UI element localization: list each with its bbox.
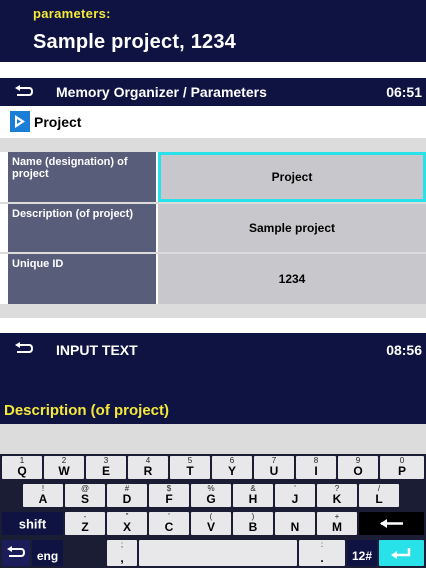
divider xyxy=(0,138,426,152)
key[interactable]: 4R xyxy=(128,456,168,479)
param-label: Description (of project) xyxy=(8,204,156,252)
key[interactable]: 2W xyxy=(44,456,84,479)
parameters-banner: parameters: Sample project, 1234 xyxy=(0,0,426,62)
key[interactable]: 5T xyxy=(170,456,210,479)
key[interactable]: ! A xyxy=(23,484,63,507)
clock: 06:51 xyxy=(386,84,422,100)
period-key[interactable]: :. xyxy=(299,540,345,566)
param-row-unique-id[interactable]: Unique ID 1234 xyxy=(0,254,426,304)
key[interactable]: + M xyxy=(317,512,357,535)
key[interactable]: (V xyxy=(191,512,231,535)
param-label: Name (designation) of project xyxy=(8,152,156,202)
key[interactable]: 8I xyxy=(296,456,336,479)
enter-key[interactable] xyxy=(379,540,424,566)
key[interactable]: 0P xyxy=(380,456,424,479)
key[interactable]: & H xyxy=(233,484,273,507)
key[interactable]: ? K xyxy=(317,484,357,507)
memory-organizer-header: Memory Organizer / Parameters 06:51 xyxy=(0,78,426,106)
key[interactable]: @ S xyxy=(65,484,105,507)
project-icon xyxy=(10,111,30,132)
key[interactable]: 6Y xyxy=(212,456,252,479)
key[interactable]: % G xyxy=(191,484,231,507)
key[interactable]: ' C xyxy=(149,512,189,535)
param-label: Unique ID xyxy=(8,254,156,304)
space-key[interactable] xyxy=(139,540,297,566)
backspace-key[interactable] xyxy=(359,512,424,535)
param-row-description[interactable]: Description (of project) Sample project xyxy=(0,204,426,252)
symbols-key[interactable]: 12# xyxy=(347,540,377,566)
language-key[interactable]: eng xyxy=(32,540,63,566)
back-arrow-icon xyxy=(7,546,26,557)
backspace-arrow-icon xyxy=(380,519,403,528)
page-title: Memory Organizer / Parameters xyxy=(56,84,267,100)
key[interactable]: " X xyxy=(107,512,147,535)
banner-label: parameters: xyxy=(33,6,111,21)
input-text-header: INPUT TEXT 08:56 Description (of project… xyxy=(0,333,426,424)
on-screen-keyboard: 1Q 2W 3E 4R 5T 6Y 7U 8I 9O 0P ! A @ S # D $… xyxy=(0,454,426,568)
shift-key[interactable]: shift xyxy=(2,512,63,535)
back-key[interactable] xyxy=(2,540,30,566)
key[interactable]: 1Q xyxy=(2,456,42,479)
divider xyxy=(0,304,426,318)
banner-value: Sample project, 1234 xyxy=(33,31,236,53)
text-input[interactable] xyxy=(0,424,426,454)
back-arrow-icon[interactable] xyxy=(14,85,34,99)
param-value-field[interactable]: 1234 xyxy=(158,254,426,304)
key[interactable]: # D xyxy=(107,484,147,507)
clock: 08:56 xyxy=(386,342,422,358)
key[interactable]: ) B xyxy=(233,512,273,535)
key[interactable]: / L xyxy=(359,484,399,507)
section-title: Project xyxy=(34,114,82,130)
key[interactable]: $ F xyxy=(149,484,189,507)
key[interactable]: ' J xyxy=(275,484,315,507)
page-title: INPUT TEXT xyxy=(56,342,138,358)
param-row-name[interactable]: Name (designation) of project Project xyxy=(0,152,426,202)
key[interactable]: N xyxy=(275,512,315,535)
key[interactable]: -Z xyxy=(65,512,105,535)
field-label: Description (of project) xyxy=(4,402,170,419)
comma-key[interactable]: ;, xyxy=(107,540,137,566)
key[interactable]: 7U xyxy=(254,456,294,479)
key[interactable]: 9O xyxy=(338,456,378,479)
param-value-field[interactable]: Project xyxy=(158,152,426,202)
param-value-field[interactable]: Sample project xyxy=(158,204,426,252)
project-section-header: Project xyxy=(0,106,426,138)
key[interactable]: 3E xyxy=(86,456,126,479)
back-arrow-icon[interactable] xyxy=(14,342,34,356)
enter-arrow-icon xyxy=(391,548,411,559)
